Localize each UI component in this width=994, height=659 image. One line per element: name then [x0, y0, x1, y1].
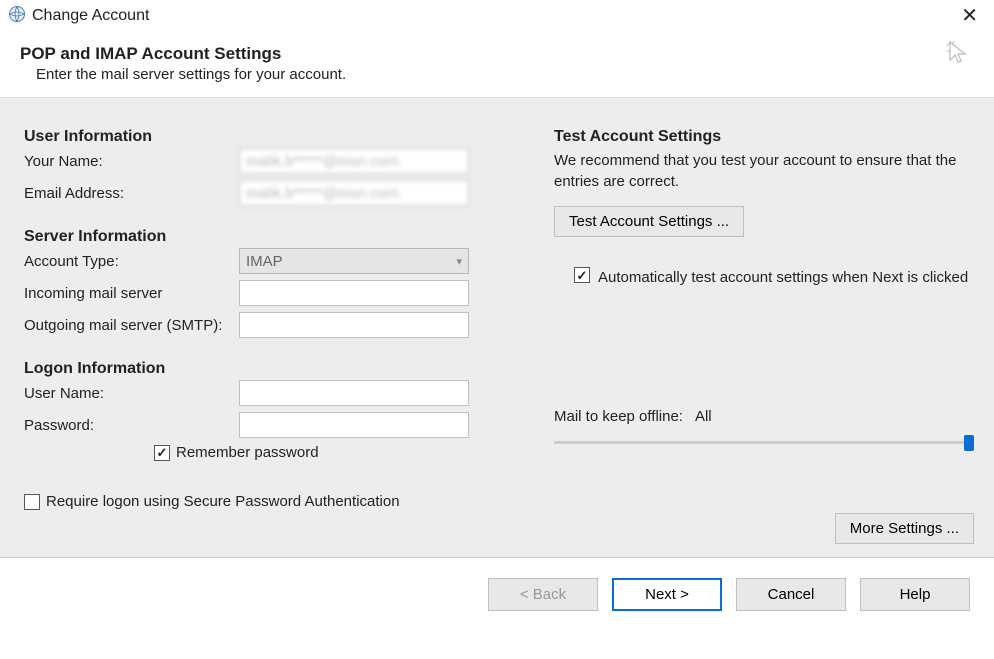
remember-password-checkbox[interactable] — [154, 445, 170, 461]
more-settings-button[interactable]: More Settings ... — [835, 513, 974, 544]
outgoing-server-input[interactable] — [239, 312, 469, 338]
help-button[interactable]: Help — [860, 578, 970, 611]
your-name-input[interactable] — [239, 148, 469, 174]
password-input[interactable] — [239, 412, 469, 438]
username-label: User Name: — [24, 385, 239, 402]
right-column: Test Account Settings We recommend that … — [554, 128, 974, 537]
your-name-label: Your Name: — [24, 153, 239, 170]
user-info-heading: User Information — [24, 128, 494, 146]
offline-value: All — [695, 408, 712, 425]
server-info-heading: Server Information — [24, 228, 494, 246]
password-label: Password: — [24, 417, 239, 434]
incoming-server-input[interactable] — [239, 280, 469, 306]
header-title: POP and IMAP Account Settings — [20, 44, 346, 64]
account-type-value: IMAP — [246, 253, 283, 270]
test-settings-heading: Test Account Settings — [554, 128, 974, 146]
app-icon — [8, 5, 26, 27]
test-settings-desc: We recommend that you test your account … — [554, 150, 974, 192]
cancel-button[interactable]: Cancel — [736, 578, 846, 611]
account-type-select[interactable]: IMAP ▾ — [239, 248, 469, 274]
slider-thumb[interactable] — [964, 435, 974, 451]
logon-info-heading: Logon Information — [24, 360, 494, 378]
email-input[interactable] — [239, 180, 469, 206]
window-title: Change Account — [32, 7, 149, 25]
left-column: User Information Your Name: Email Addres… — [24, 128, 494, 537]
cursor-icon — [946, 40, 970, 72]
incoming-server-label: Incoming mail server — [24, 285, 239, 302]
spa-label: Require logon using Secure Password Auth… — [46, 493, 400, 510]
header-subtitle: Enter the mail server settings for your … — [36, 66, 346, 83]
next-button[interactable]: Next > — [612, 578, 722, 611]
dialog-footer: < Back Next > Cancel Help — [0, 557, 994, 631]
offline-label: Mail to keep offline: — [554, 408, 683, 425]
remember-password-label: Remember password — [176, 444, 319, 461]
spa-checkbox[interactable] — [24, 494, 40, 510]
account-type-label: Account Type: — [24, 253, 239, 270]
close-button[interactable]: ✕ — [955, 6, 984, 26]
username-input[interactable] — [239, 380, 469, 406]
chevron-down-icon: ▾ — [456, 255, 462, 268]
content-area: User Information Your Name: Email Addres… — [0, 97, 994, 557]
titlebar: Change Account ✕ — [0, 0, 994, 32]
auto-test-label: Automatically test account settings when… — [598, 267, 968, 288]
auto-test-checkbox[interactable] — [574, 267, 590, 283]
email-label: Email Address: — [24, 185, 239, 202]
slider-track — [554, 441, 974, 444]
offline-slider[interactable] — [554, 433, 974, 453]
back-button[interactable]: < Back — [488, 578, 598, 611]
dialog-header: POP and IMAP Account Settings Enter the … — [0, 32, 994, 97]
outgoing-server-label: Outgoing mail server (SMTP): — [24, 317, 239, 334]
test-account-button[interactable]: Test Account Settings ... — [554, 206, 744, 237]
